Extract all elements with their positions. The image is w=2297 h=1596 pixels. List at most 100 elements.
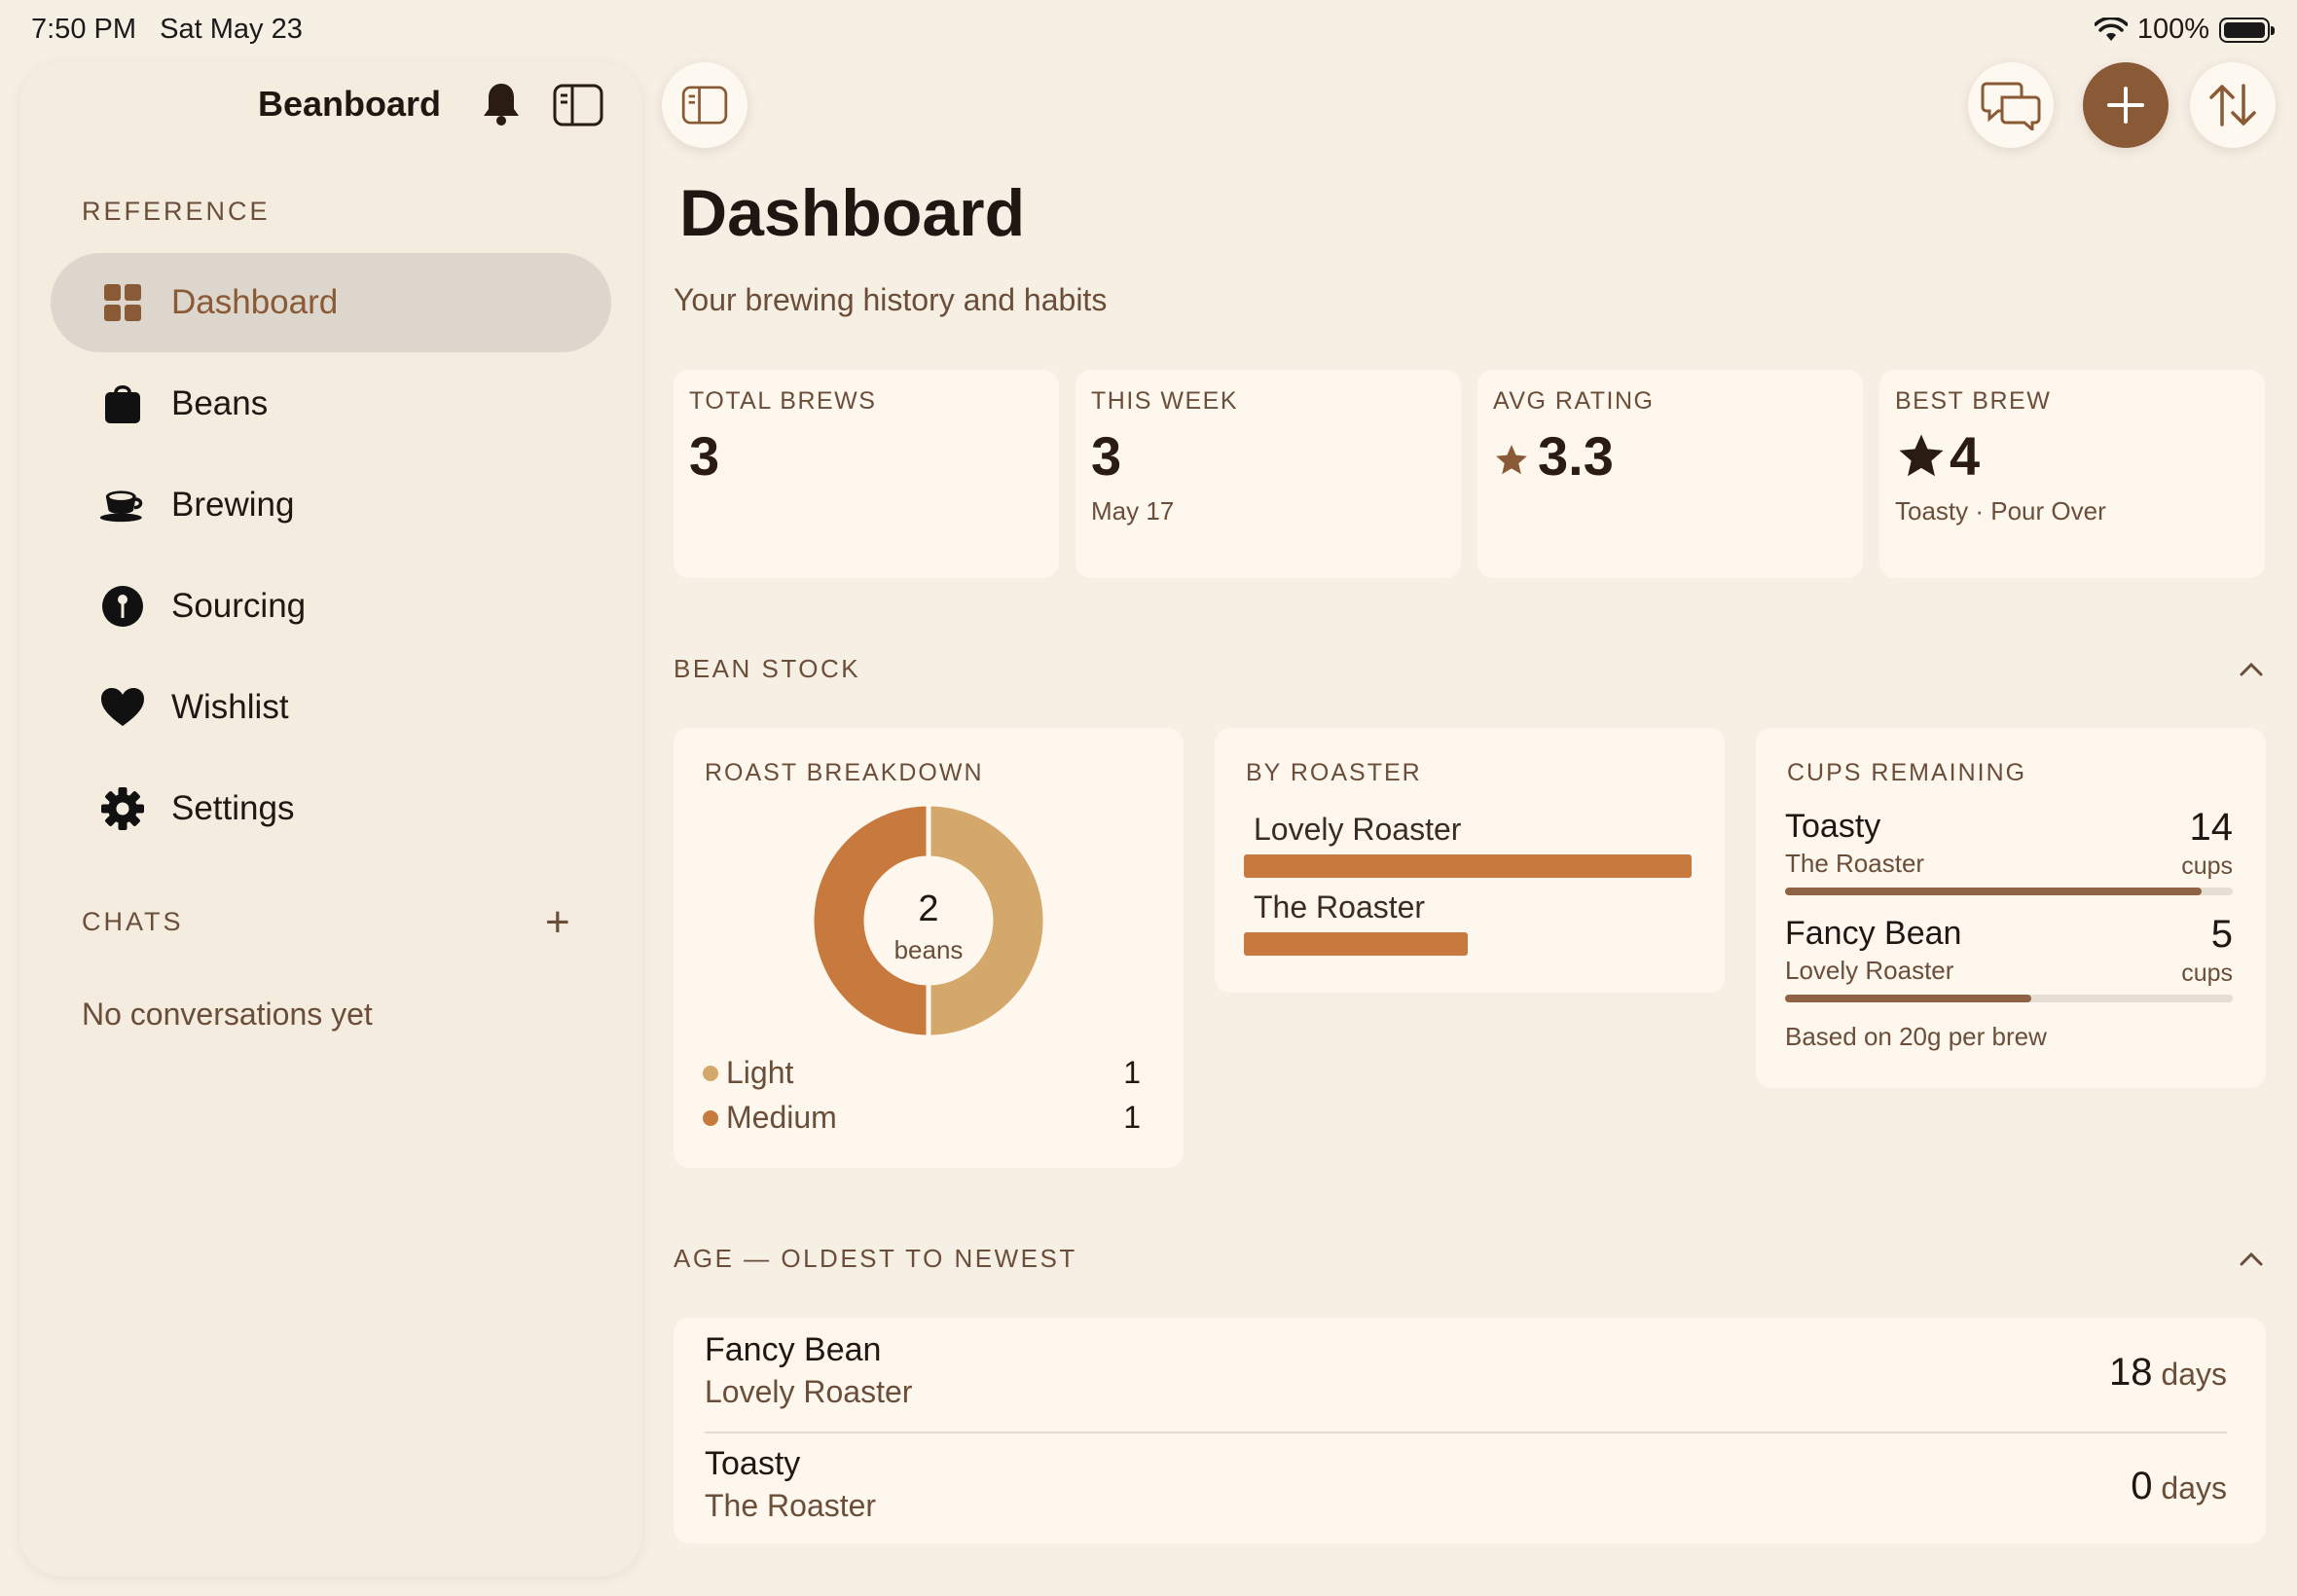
roaster-bar xyxy=(1244,854,1692,878)
plus-icon xyxy=(2107,87,2144,124)
legend-row: Light 1 xyxy=(703,1055,1141,1091)
sidebar-item-sourcing[interactable]: Sourcing xyxy=(51,557,611,656)
cup-roaster-name: The Roaster xyxy=(1785,849,1925,878)
gear-icon xyxy=(99,785,146,832)
sidebar-item-label: Wishlist xyxy=(171,688,289,726)
sort-button[interactable] xyxy=(2190,62,2276,148)
stat-label: THIS WEEK xyxy=(1091,387,1239,415)
bell-icon[interactable] xyxy=(477,80,526,128)
sidebar-item-settings[interactable]: Settings xyxy=(51,759,611,858)
pin-icon xyxy=(99,583,146,630)
cup-icon xyxy=(99,482,146,528)
sidebar-item-wishlist[interactable]: Wishlist xyxy=(51,658,611,757)
roaster-name: The Roaster xyxy=(1254,889,1426,925)
stat-sub: May 17 xyxy=(1091,496,1175,526)
stat-label: AVG RATING xyxy=(1493,387,1655,415)
sort-arrows-icon xyxy=(2209,84,2256,127)
stat-card-avg-rating: AVG RATING 3.3 xyxy=(1477,370,1863,578)
age-value: 18 days xyxy=(2109,1351,2227,1394)
stat-card-best-brew: BEST BREW 4 Toasty · Pour Over xyxy=(1879,370,2265,578)
donut-center-unit: beans xyxy=(894,935,964,964)
legend-row: Medium 1 xyxy=(703,1100,1141,1136)
chats-label: CHATS xyxy=(82,907,184,936)
sidebar: Beanboard REFERENCE Dashboard Beans Brew… xyxy=(19,62,642,1577)
cup-bean-name: Fancy Bean xyxy=(1785,915,1962,952)
age-bean-name: Fancy Bean xyxy=(705,1331,882,1368)
legend-name: Medium xyxy=(726,1100,837,1135)
sidebar-item-label: Sourcing xyxy=(171,587,307,625)
battery-percent: 100% xyxy=(2136,14,2209,45)
status-right: 100% xyxy=(2094,14,2275,46)
age-value: 0 days xyxy=(2131,1465,2227,1507)
status-bar: 7:50 PM Sat May 23 100% xyxy=(0,0,2297,58)
page-title: Dashboard xyxy=(679,176,1026,250)
add-chat-button[interactable]: + xyxy=(545,901,570,944)
cup-count: 5 xyxy=(2210,913,2233,956)
sidebar-item-dashboard[interactable]: Dashboard xyxy=(51,253,611,352)
age-roaster-name: Lovely Roaster xyxy=(705,1374,913,1409)
stat-label: TOTAL BREWS xyxy=(689,387,877,415)
roaster-bar xyxy=(1244,932,1468,956)
sidebar-toggle-icon[interactable] xyxy=(553,84,603,127)
age-bean-name: Toasty xyxy=(705,1445,801,1482)
legend-count: 1 xyxy=(1123,1100,1141,1135)
cup-unit: cups xyxy=(2181,852,2233,880)
stat-card-this-week: THIS WEEK 3 May 17 xyxy=(1076,370,1461,578)
panel-label: CUPS REMAINING xyxy=(1787,759,2027,786)
bag-icon xyxy=(99,381,146,427)
cup-count: 14 xyxy=(2189,806,2234,849)
sidebar-toggle-icon xyxy=(681,86,728,125)
roast-donut-chart: 2 beans xyxy=(810,802,1047,1039)
donut-center-value: 2 xyxy=(918,889,938,929)
stat-sub: Toasty · Pour Over xyxy=(1895,496,2106,526)
stat-value: 3.3 xyxy=(1493,424,1614,488)
cups-note: Based on 20g per brew xyxy=(1785,1022,2047,1051)
cups-remaining-panel: CUPS REMAINING Toasty The Roaster 14 cup… xyxy=(1756,728,2266,1088)
age-roaster-name: The Roaster xyxy=(705,1488,877,1523)
sidebar-item-label: Settings xyxy=(171,789,295,827)
cup-roaster-name: Lovely Roaster xyxy=(1785,956,1954,985)
cups-progress-fill xyxy=(1785,888,2202,895)
page-subtitle: Your brewing history and habits xyxy=(674,282,1108,317)
battery-icon xyxy=(2219,17,2275,43)
chevron-up-icon[interactable] xyxy=(2237,660,2266,679)
wifi-icon xyxy=(2094,17,2128,41)
sidebar-item-brewing[interactable]: Brewing xyxy=(51,455,611,555)
bean-stock-label: BEAN STOCK xyxy=(674,654,861,683)
list-item[interactable]: Toasty The Roaster 0 days xyxy=(705,1432,2227,1542)
no-conversations-text: No conversations yet xyxy=(82,997,373,1032)
legend-dot xyxy=(703,1109,718,1126)
stat-value: 3 xyxy=(1091,425,1122,487)
stat-value: 4 xyxy=(1895,424,1980,488)
chat-button[interactable] xyxy=(1968,62,2054,148)
add-button[interactable] xyxy=(2083,62,2169,148)
roaster-name: Lovely Roaster xyxy=(1254,812,1462,847)
chevron-up-icon[interactable] xyxy=(2237,1250,2266,1269)
cups-progress-track xyxy=(1785,888,2233,895)
cup-bean-name: Toasty xyxy=(1785,808,1881,845)
status-time: 7:50 PM Sat May 23 xyxy=(31,14,303,45)
stat-label: BEST BREW xyxy=(1895,387,2052,415)
panel-label: ROAST BREAKDOWN xyxy=(705,759,984,786)
by-roaster-panel: BY ROASTER Lovely Roaster The Roaster xyxy=(1215,728,1725,993)
legend-dot xyxy=(703,1065,718,1081)
donut-slice-light xyxy=(926,802,1047,1039)
grid-icon xyxy=(99,279,146,326)
sidebar-title: Beanboard xyxy=(258,84,442,124)
star-icon xyxy=(1899,434,1944,476)
cups-progress-fill xyxy=(1785,995,2031,1002)
sidebar-item-label: Brewing xyxy=(171,486,295,524)
star-icon xyxy=(1496,444,1527,474)
show-sidebar-button[interactable] xyxy=(662,62,747,148)
stat-value: 3 xyxy=(689,425,720,487)
heart-icon xyxy=(99,684,146,731)
age-label: AGE — OLDEST TO NEWEST xyxy=(674,1244,1077,1273)
donut-slice-medium xyxy=(810,802,931,1039)
cups-progress-track xyxy=(1785,995,2233,1002)
chat-bubbles-icon xyxy=(1981,82,2041,130)
reference-label: REFERENCE xyxy=(82,197,271,226)
list-item[interactable]: Fancy Bean Lovely Roaster 18 days xyxy=(705,1318,2227,1429)
roast-breakdown-panel: ROAST BREAKDOWN 2 beans Light 1 Medium 1 xyxy=(674,728,1184,1168)
panel-label: BY ROASTER xyxy=(1246,759,1422,786)
sidebar-item-beans[interactable]: Beans xyxy=(51,354,611,453)
